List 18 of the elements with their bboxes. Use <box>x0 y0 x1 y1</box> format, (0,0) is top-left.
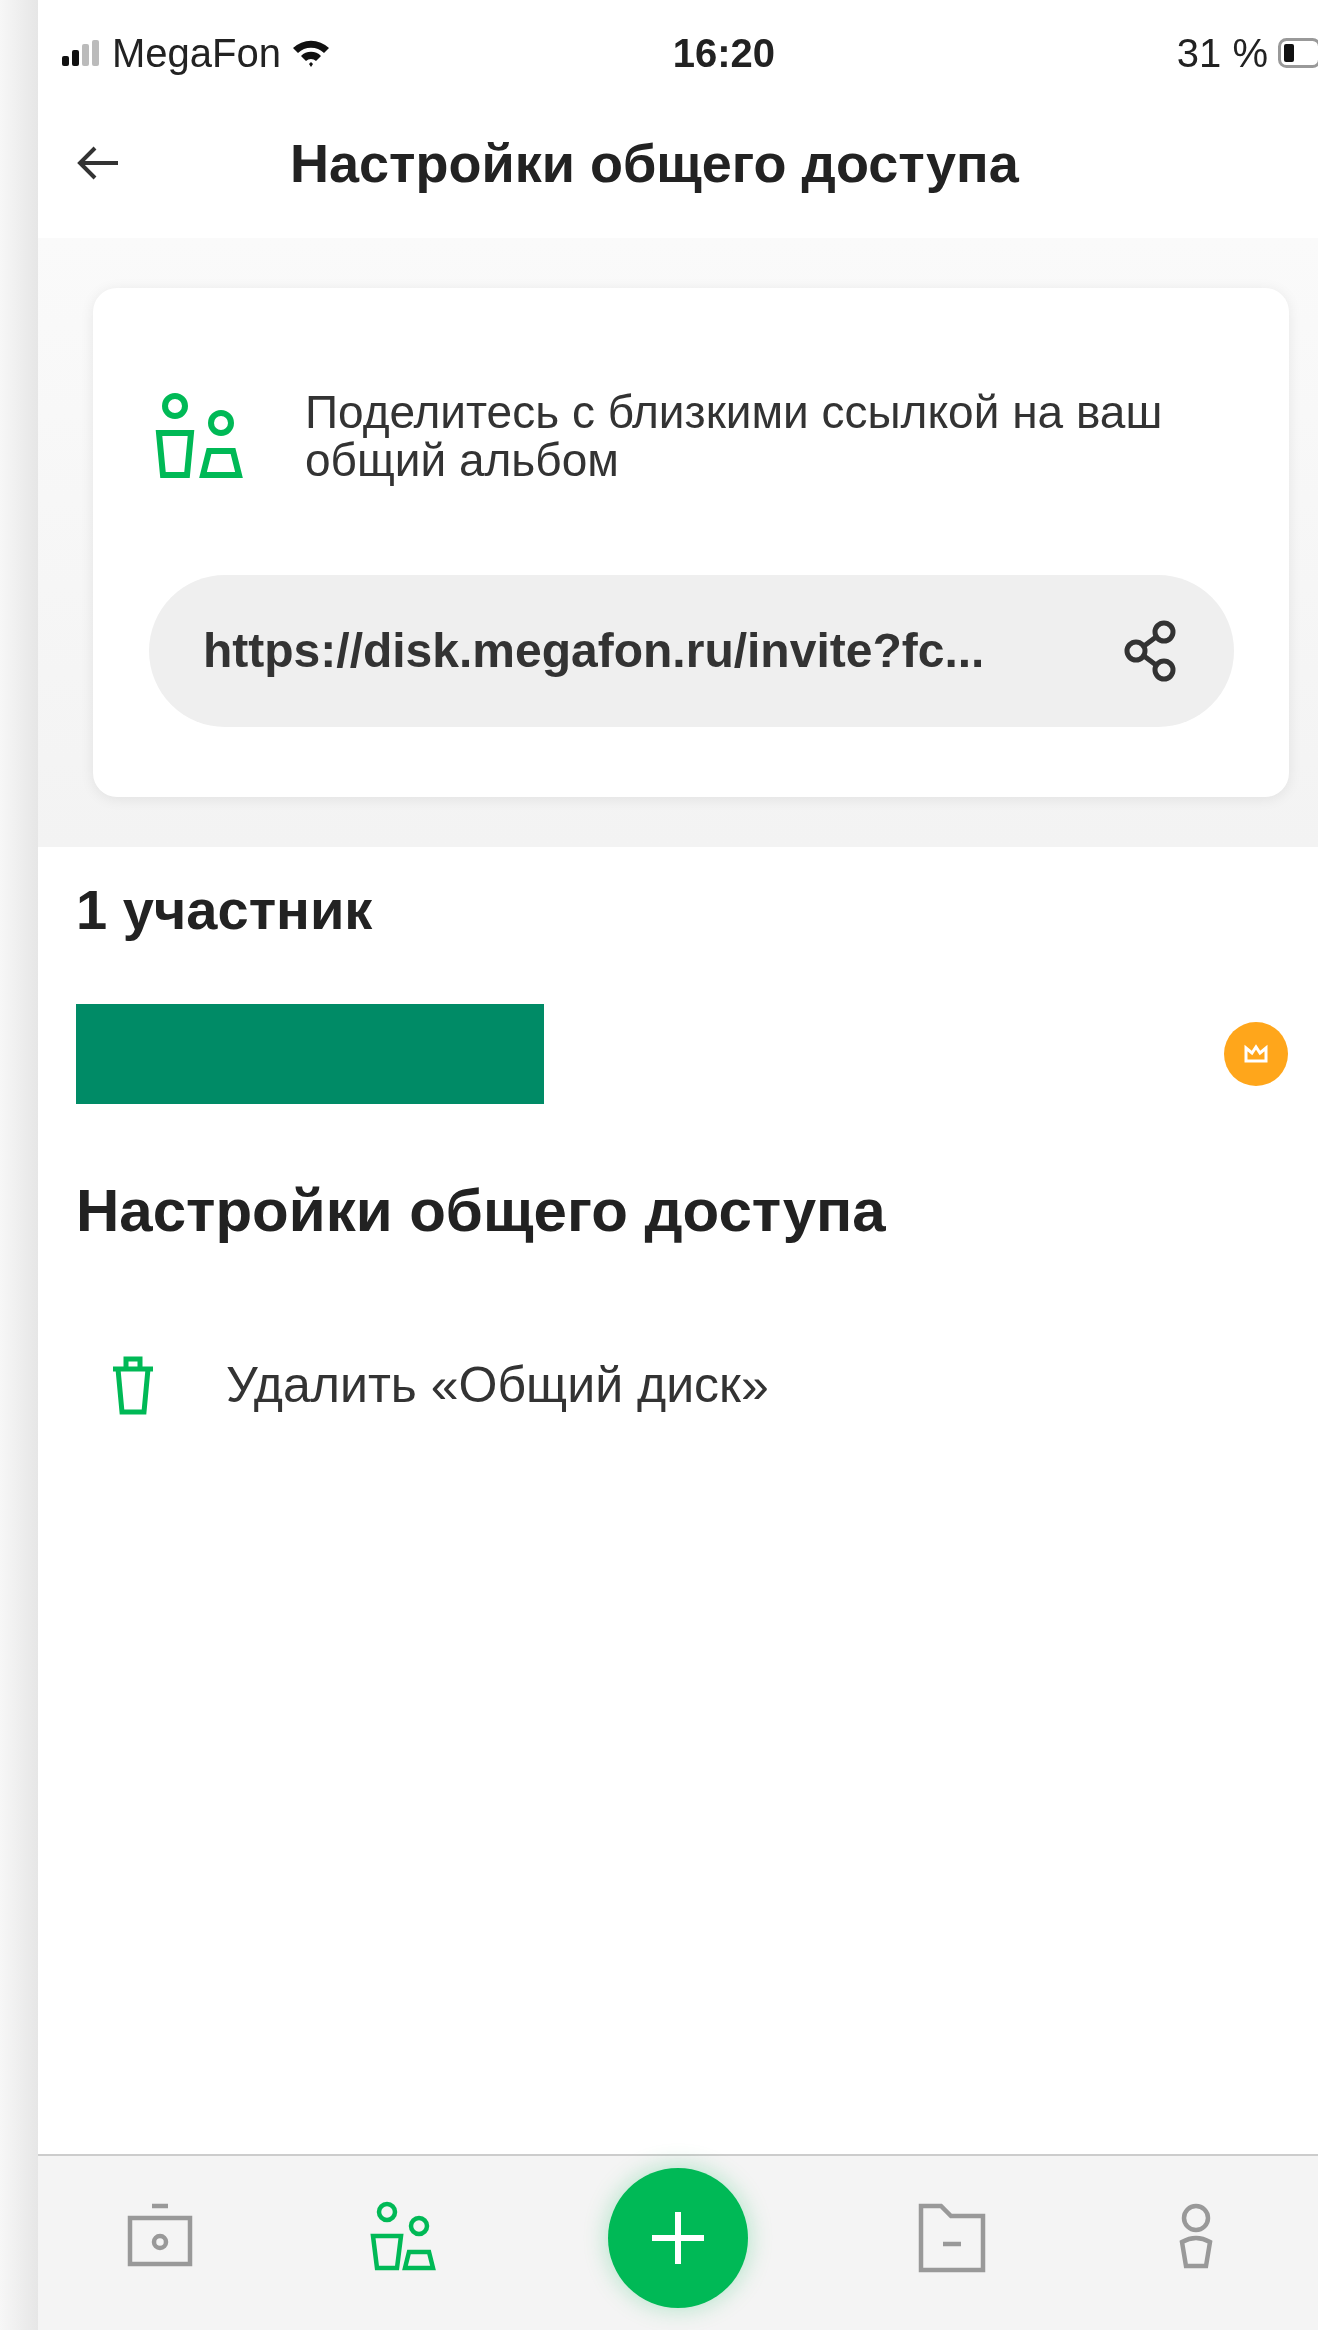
invite-link: https://disk.megafon.ru/invite?fc... <box>203 623 985 679</box>
members-count: 1 участник <box>76 876 374 942</box>
invite-text: Поделитесь с близкими ссылкой на ваш общий альбом <box>305 388 1164 485</box>
battery-percent: 31 % <box>1176 30 1268 76</box>
people-icon <box>153 393 245 480</box>
status-time: 16:20 <box>672 30 776 76</box>
wifi-icon <box>291 38 331 68</box>
back-arrow-icon[interactable] <box>76 145 120 181</box>
signal-icon <box>62 40 102 66</box>
section-title: Настройки общего доступа <box>76 1175 887 1245</box>
share-icon[interactable] <box>1124 619 1178 682</box>
add-button[interactable] <box>607 2168 748 2308</box>
trash-icon <box>110 1354 156 1415</box>
invite-link-field[interactable]: https://disk.megafon.ru/invite?fc... <box>149 574 1234 727</box>
battery-icon <box>1278 38 1318 68</box>
carrier-name: MegaFon <box>112 30 281 76</box>
screen-title: Настройки общего доступа <box>290 132 1019 194</box>
delete-action[interactable]: Удалить «Общий диск» <box>110 1354 1318 1415</box>
